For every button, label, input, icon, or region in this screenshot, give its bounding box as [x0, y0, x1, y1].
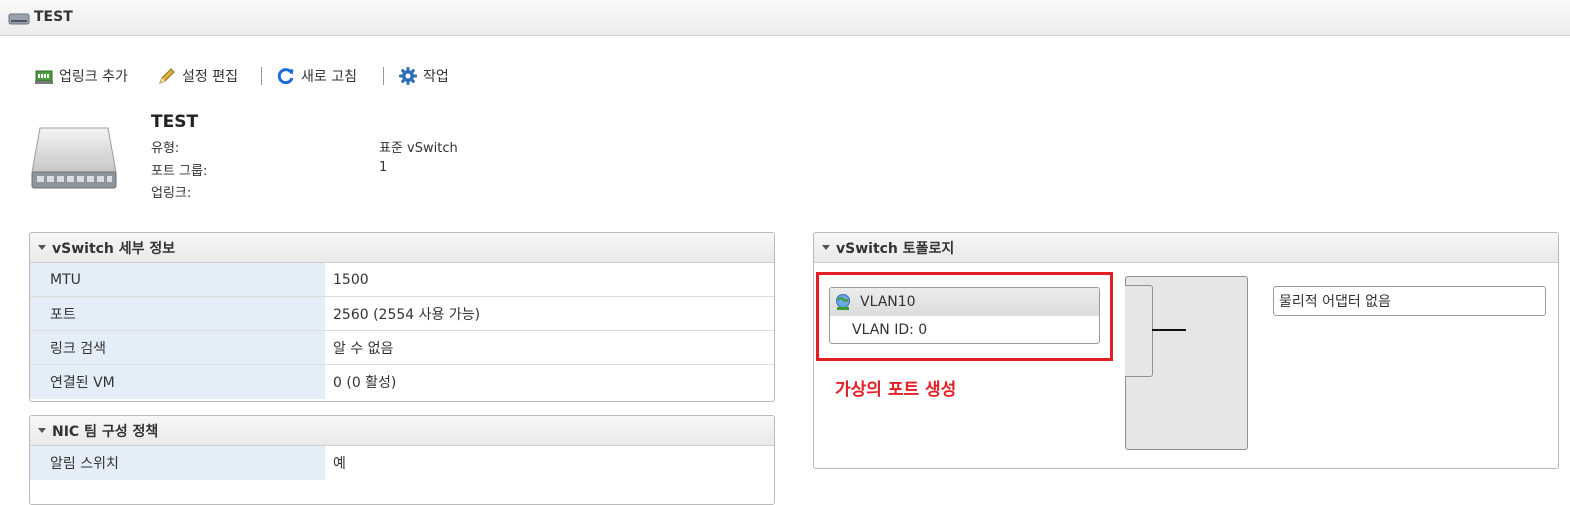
switch-name: TEST [151, 112, 199, 132]
nic-teaming-header[interactable]: NIC 팀 구성 정책 [30, 416, 774, 446]
actions-button[interactable]: 작업 [398, 64, 449, 88]
table-row: MTU 1500 [30, 263, 774, 297]
window-title: TEST [34, 9, 73, 25]
row-key: 포트 [30, 297, 325, 330]
row-value: 2560 (2554 사용 가능) [325, 297, 774, 330]
switch-icon [8, 13, 30, 25]
caret-down-icon [38, 245, 46, 250]
row-value: 예 [325, 446, 774, 480]
pencil-icon [159, 68, 175, 84]
panel-title: vSwitch 토폴로지 [836, 240, 955, 257]
row-value: 1500 [325, 263, 774, 296]
vswitch-details-header[interactable]: vSwitch 세부 정보 [30, 233, 774, 263]
row-key: MTU [30, 263, 325, 296]
vswitch-details-panel: vSwitch 세부 정보 MTU 1500 포트 2560 (2554 사용 … [29, 232, 775, 402]
table-row: 포트 2560 (2554 사용 가능) [30, 297, 774, 331]
actions-label: 작업 [423, 69, 449, 85]
type-label: 유형: [151, 141, 180, 156]
physical-adapters-label: 물리적 어댑터 없음 [1279, 294, 1391, 310]
port-connector-line [1152, 329, 1186, 331]
gear-icon [399, 67, 417, 85]
uplink-icon [35, 70, 53, 84]
annotation-text: 가상의 포트 생성 [835, 380, 957, 400]
virtual-switch-icon [31, 127, 117, 189]
add-uplink-label: 업링크 추가 [59, 69, 128, 85]
edit-settings-label: 설정 편집 [182, 69, 238, 85]
refresh-icon [277, 68, 294, 85]
edit-settings-button[interactable]: 설정 편집 [157, 64, 238, 88]
row-value: 0 (0 활성) [325, 365, 774, 399]
annotation-highlight-box [816, 272, 1113, 361]
uplink-label: 업링크: [151, 186, 192, 201]
add-uplink-button[interactable]: 업링크 추가 [34, 64, 128, 88]
panel-title: vSwitch 세부 정보 [52, 240, 176, 257]
row-key: 연결된 VM [30, 365, 325, 399]
caret-down-icon [822, 245, 830, 250]
port-group-label: 포트 그룹: [151, 164, 208, 179]
table-row: 연결된 VM 0 (0 활성) [30, 365, 774, 399]
switch-port [1125, 285, 1153, 377]
refresh-label: 새로 고침 [301, 69, 357, 85]
table-row: 링크 검색 알 수 없음 [30, 331, 774, 365]
type-value: 표준 vSwitch [379, 141, 458, 156]
window-titlebar: TEST [0, 0, 1570, 36]
nic-teaming-panel: NIC 팀 구성 정책 알림 스위치 예 [29, 415, 775, 505]
vswitch-topology-header[interactable]: vSwitch 토폴로지 [814, 233, 1558, 263]
toolbar-divider [383, 67, 384, 85]
refresh-button[interactable]: 새로 고침 [276, 64, 357, 88]
row-key: 링크 검색 [30, 331, 325, 364]
row-value: 알 수 없음 [325, 331, 774, 364]
port-group-value: 1 [379, 160, 388, 175]
toolbar-divider [261, 67, 262, 85]
row-key: 알림 스위치 [30, 446, 325, 480]
table-row: 알림 스위치 예 [30, 446, 774, 480]
panel-title: NIC 팀 구성 정책 [52, 423, 159, 440]
caret-down-icon [38, 428, 46, 433]
physical-adapters-box[interactable]: 물리적 어댑터 없음 [1273, 286, 1546, 316]
